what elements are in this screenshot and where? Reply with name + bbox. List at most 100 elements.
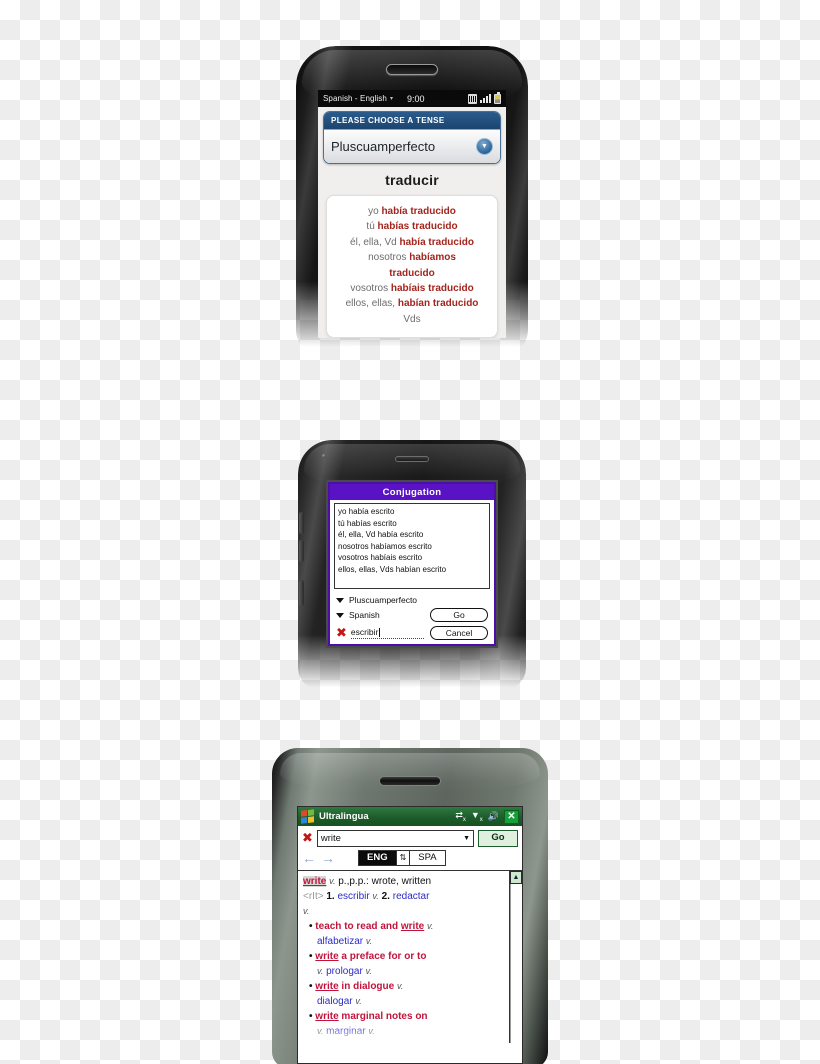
close-icon[interactable]: ✕	[504, 809, 519, 824]
app-title: Ultralingua	[319, 811, 369, 822]
conjugation-list[interactable]: yo había escrito tú habías escrito él, e…	[334, 503, 490, 589]
headword[interactable]: write	[401, 921, 424, 932]
part-of-speech: v.	[365, 966, 372, 976]
conjugation-row: nosotros habíamos	[334, 250, 490, 265]
headword[interactable]: write	[315, 951, 338, 962]
back-arrow-icon[interactable]: ←	[302, 851, 316, 865]
entry-extra: p.,p.p.: wrote, written	[338, 876, 432, 887]
headword[interactable]: write	[303, 876, 327, 887]
cancel-button[interactable]: Cancel	[430, 626, 488, 640]
translation[interactable]: dialogar	[317, 996, 353, 1007]
search-combobox[interactable]: write ▼	[316, 830, 474, 847]
tense-picker: PLEASE CHOOSE A TENSE Pluscuamperfecto ▼	[323, 111, 501, 164]
search-input-value: escribir	[350, 627, 379, 637]
chevron-down-icon[interactable]: ▼	[476, 138, 493, 155]
status-bar: Spanish - English ▾ 9:00	[318, 90, 506, 107]
front-camera-icon	[322, 454, 326, 458]
part-of-speech: v.	[368, 1026, 375, 1036]
entry-phrase-line: • write a preface for or to	[303, 949, 505, 964]
conjugation-row: nosotros habíamos escrito	[338, 541, 432, 551]
language-target[interactable]: SPA	[410, 851, 445, 865]
connectivity-off-icon[interactable]: ⇄x	[455, 810, 466, 823]
verb-headword: traducir	[385, 172, 439, 188]
status-icons	[468, 92, 501, 104]
phrase-text: marginal notes on	[341, 1011, 428, 1022]
windows-logo-icon[interactable]	[301, 809, 314, 824]
scrollbar-track[interactable]	[510, 884, 522, 1043]
signal-off-icon[interactable]: ▼x	[471, 810, 483, 823]
device-windows-mobile-phone: Ultralingua ⇄x ▼x 🔊 ✕ ✖ write ▼ Go ← → E…	[272, 748, 548, 1064]
search-row: ✖ write ▼ Go	[298, 826, 522, 849]
entry-tag: <rIt>	[303, 891, 324, 902]
app-title-bar: Ultralingua ⇄x ▼x 🔊 ✕	[298, 807, 522, 826]
volume-icon[interactable]: 🔊	[488, 811, 499, 822]
swap-icon[interactable]: ⇅	[395, 851, 411, 865]
signal-bars-icon	[480, 94, 491, 103]
search-input-value: write	[320, 833, 341, 844]
forward-arrow-icon[interactable]: →	[321, 851, 335, 865]
clear-icon[interactable]: ✖	[336, 627, 347, 640]
language-source[interactable]: ENG	[359, 851, 396, 865]
entry-translation-line: v. marginar v.	[303, 1024, 505, 1039]
language-dropdown-row: Spanish Go	[336, 608, 488, 622]
conjugation-row: Vds	[334, 312, 490, 327]
pronoun: tú	[366, 221, 378, 233]
translation[interactable]: escribir	[337, 891, 369, 902]
pronoun: yo	[368, 206, 382, 217]
part-of-speech: v.	[396, 981, 404, 991]
tense-picker-header: PLEASE CHOOSE A TENSE	[324, 112, 500, 129]
headword[interactable]: write	[315, 1011, 338, 1022]
dialog-title: Conjugation	[330, 484, 494, 500]
tense-value: Pluscuamperfecto	[349, 595, 418, 605]
device-palm-os-phone: Conjugation yo había escrito tú habías e…	[298, 440, 526, 690]
conjugation-row: ellos, ellas, Vds habían escrito	[338, 564, 447, 574]
vertical-scrollbar[interactable]: ▲	[509, 871, 522, 1043]
scroll-up-button[interactable]: ▲	[510, 871, 522, 884]
chevron-down-icon[interactable]: ▼	[463, 835, 470, 842]
translation[interactable]: redactar	[393, 891, 430, 902]
language-toggle: ENG ⇅ SPA	[358, 850, 446, 866]
conjugation-row: él, ella, Vd había traducido	[334, 235, 490, 250]
device-gloss-overlay	[280, 753, 540, 793]
go-button[interactable]: Go	[478, 830, 518, 847]
part-of-speech: v.	[317, 1026, 324, 1036]
bullet-icon: •	[309, 981, 313, 992]
chevron-down-icon[interactable]: ▾	[390, 95, 393, 102]
part-of-speech: v.	[427, 921, 434, 931]
pronoun: nosotros	[368, 252, 410, 264]
entry-phrase-line: • teach to read and write v.	[303, 919, 505, 934]
earpiece-speaker	[395, 456, 429, 462]
side-button-volume-up[interactable]	[299, 512, 304, 534]
clear-icon[interactable]: ✖	[302, 832, 313, 845]
translation[interactable]: marginar	[326, 1026, 365, 1037]
network-icon	[468, 93, 477, 104]
headword[interactable]: write	[315, 981, 338, 992]
translation[interactable]: prologar	[326, 966, 363, 977]
go-button[interactable]: Go	[430, 608, 488, 622]
search-input[interactable]: escribir	[350, 627, 424, 639]
bullet-icon: •	[309, 921, 313, 932]
verb-form: habían traducido	[397, 298, 479, 310]
dictionary-entries[interactable]: write v. p.,p.p.: wrote, written <rIt> 1…	[298, 871, 509, 1043]
tense-select[interactable]: Pluscuamperfecto ▼	[324, 129, 500, 163]
pronoun: él, ella, Vd	[350, 236, 400, 248]
tense-dropdown[interactable]: Pluscuamperfecto	[336, 595, 488, 605]
status-language-pair[interactable]: Spanish - English	[323, 94, 387, 103]
triangle-down-icon[interactable]	[336, 612, 344, 618]
bullet-icon: •	[309, 951, 313, 962]
part-of-speech: v.	[303, 906, 310, 916]
side-button-volume-down[interactable]	[299, 540, 304, 562]
tense-select-value: Pluscuamperfecto	[331, 139, 436, 154]
conjugation-row: yo había traducido	[334, 204, 490, 219]
status-clock: 9:00	[406, 93, 425, 104]
part-of-speech: v.	[372, 891, 379, 901]
verb-form: traducido	[389, 267, 435, 279]
sense-number: 1.	[326, 891, 335, 902]
side-button-action[interactable]	[299, 580, 304, 606]
language-value[interactable]: Spanish	[349, 610, 380, 620]
translation[interactable]: alfabetizar	[317, 936, 363, 947]
text-cursor	[378, 627, 380, 637]
entry-phrase-line: • write in dialogue v.	[303, 979, 505, 994]
nav-row: ← → ENG ⇅ SPA	[298, 849, 522, 871]
verb-form: habías traducido	[377, 221, 458, 233]
